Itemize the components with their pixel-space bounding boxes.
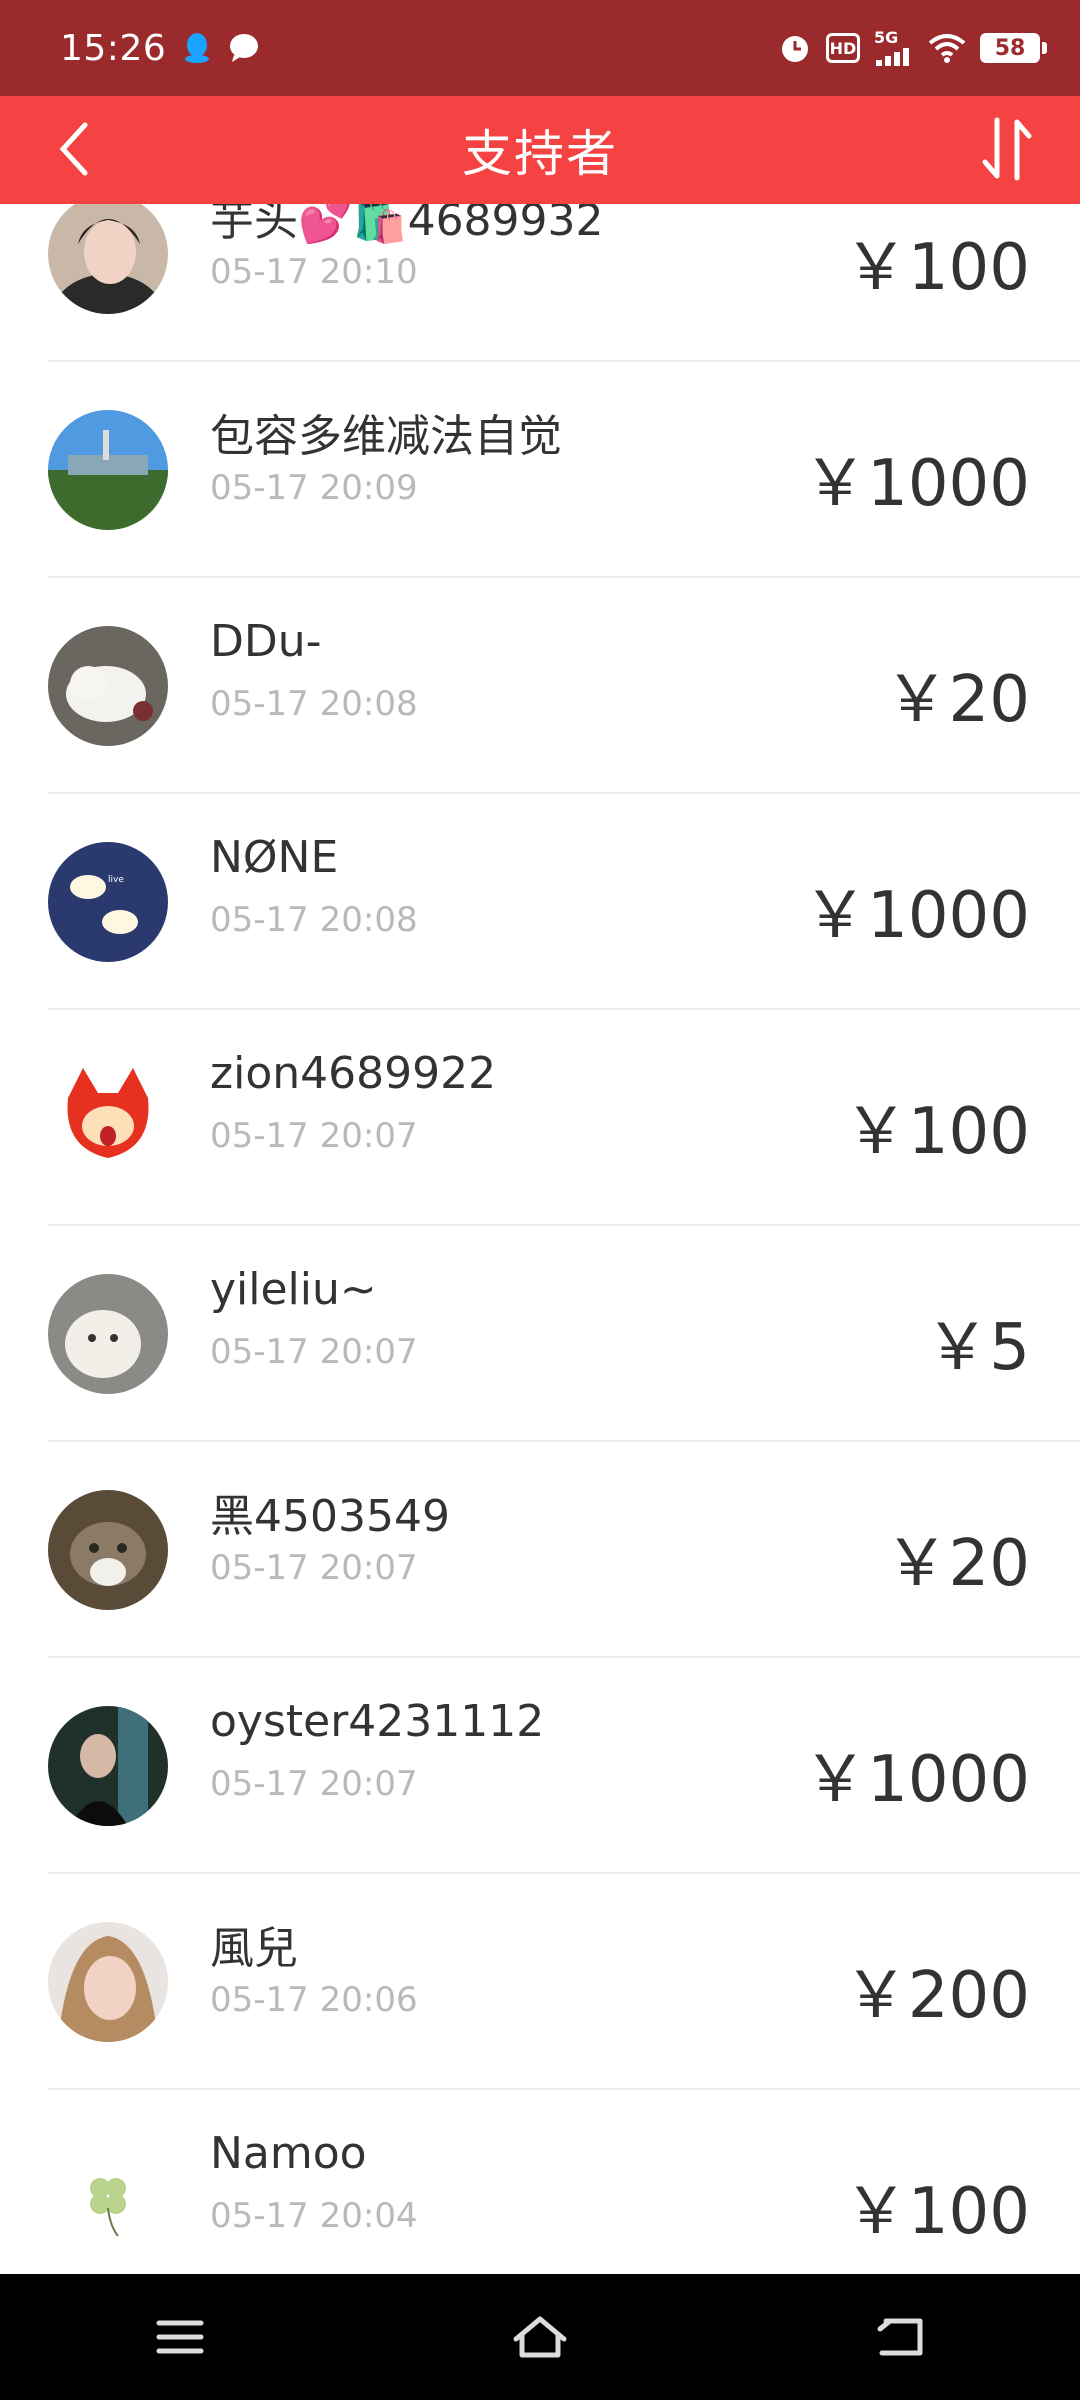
- support-amount: ￥20: [884, 663, 1030, 737]
- support-amount: ￥1000: [803, 879, 1030, 953]
- back-nav-button[interactable]: [840, 2287, 960, 2387]
- support-amount: ￥100: [843, 1095, 1030, 1169]
- navy-doves-avatar-image: live: [48, 842, 168, 962]
- support-time: 05-17 20:06: [210, 1980, 418, 2020]
- supporter-row-1[interactable]: 芋头💕🛍️4689932 05-17 20:10 ￥100: [0, 204, 1080, 362]
- support-time: 05-17 20:07: [210, 1116, 418, 1156]
- app-header: 支持者: [0, 96, 1080, 204]
- white-kitten-avatar-image: [48, 1274, 168, 1394]
- cellular-signal-icon: 5G: [874, 30, 914, 66]
- portrait-dark-avatar-image: [48, 1706, 168, 1826]
- support-time: 05-17 20:07: [210, 1764, 418, 1804]
- support-amount: ￥5: [925, 1311, 1030, 1385]
- clover-avatar-image: [48, 2138, 168, 2258]
- sort-button[interactable]: [972, 114, 1042, 184]
- wifi-icon: [928, 33, 966, 63]
- battery-indicator: 58: [980, 33, 1047, 63]
- supporter-name: Namoo: [210, 2128, 367, 2179]
- support-time: 05-17 20:04: [210, 2196, 418, 2236]
- sort-icon: [982, 117, 1032, 181]
- support-time: 05-17 20:10: [210, 252, 418, 292]
- menu-icon: [156, 2320, 204, 2354]
- avatar[interactable]: [48, 1274, 168, 1394]
- avatar[interactable]: [48, 1490, 168, 1610]
- status-bar: 15:26 HD 5G 58: [0, 0, 1080, 96]
- avatar[interactable]: [48, 1922, 168, 2042]
- home-icon: [513, 2316, 567, 2358]
- support-time: 05-17 20:09: [210, 468, 418, 508]
- supporter-name: DDu-: [210, 616, 322, 667]
- support-amount: ￥1000: [803, 447, 1030, 521]
- avatar[interactable]: [48, 204, 168, 314]
- avatar[interactable]: [48, 1706, 168, 1826]
- supporter-name: NØNE: [210, 832, 339, 883]
- supporter-row-7[interactable]: 黑4503549 05-17 20:07 ￥20: [0, 1442, 1080, 1658]
- avatar[interactable]: [48, 626, 168, 746]
- status-right: HD 5G 58: [778, 30, 1047, 66]
- status-time: 15:26: [60, 27, 167, 69]
- back-button[interactable]: [38, 114, 108, 184]
- avatar[interactable]: [48, 410, 168, 530]
- network-type-label: 5G: [874, 28, 899, 47]
- white-cat-avatar-image: [48, 626, 168, 746]
- system-nav-bar: [0, 2274, 1080, 2400]
- alarm-icon: [778, 31, 812, 65]
- portrait-woman-2-avatar-image: [48, 1922, 168, 2042]
- qq-notification-icon: [184, 32, 210, 64]
- supporter-row-6[interactable]: yileliu~ 05-17 20:07 ￥5: [0, 1226, 1080, 1442]
- support-time: 05-17 20:07: [210, 1332, 418, 1372]
- supporter-list[interactable]: 芋头💕🛍️4689932 05-17 20:10 ￥100 包容多维减法自觉 0…: [0, 204, 1080, 2274]
- avatar[interactable]: [48, 1058, 168, 1178]
- support-amount: ￥1000: [803, 1743, 1030, 1817]
- page-title: 支持者: [462, 125, 618, 183]
- tabby-cat-avatar-image: [48, 1490, 168, 1610]
- portrait-woman-avatar-image: [48, 204, 168, 314]
- supporter-name: oyster4231112: [210, 1696, 545, 1747]
- menu-button[interactable]: [120, 2287, 240, 2387]
- status-left: 15:26: [60, 28, 260, 69]
- home-button[interactable]: [480, 2287, 600, 2387]
- supporter-row-9[interactable]: 風兒 05-17 20:06 ￥200: [0, 1874, 1080, 2090]
- support-amount: ￥20: [884, 1527, 1030, 1601]
- support-time: 05-17 20:08: [210, 684, 418, 724]
- chevron-left-icon: [59, 122, 88, 176]
- supporter-row-10[interactable]: Namoo 05-17 20:04 ￥100: [0, 2090, 1080, 2274]
- avatar[interactable]: [48, 2138, 168, 2258]
- supporter-name: 黑4503549: [210, 1491, 450, 1542]
- supporter-name: 包容多维减法自觉: [210, 411, 562, 462]
- support-amount: ￥200: [843, 1959, 1030, 2033]
- supporter-list-inner: 芋头💕🛍️4689932 05-17 20:10 ￥100 包容多维减法自觉 0…: [0, 204, 1080, 2274]
- supporter-name: zion4689922: [210, 1048, 497, 1099]
- back-arrow-icon: [877, 2318, 923, 2356]
- support-time: 05-17 20:08: [210, 900, 418, 940]
- supporter-row-4[interactable]: live NØNE 05-17 20:08 ￥1000: [0, 794, 1080, 1010]
- supporter-name: 芋头💕🛍️4689932: [210, 204, 604, 246]
- message-icon: [228, 33, 260, 63]
- supporter-name: yileliu~: [210, 1264, 377, 1315]
- landscape-sky-avatar-image: [48, 410, 168, 530]
- supporter-row-8[interactable]: oyster4231112 05-17 20:07 ￥1000: [0, 1658, 1080, 1874]
- supporter-row-3[interactable]: DDu- 05-17 20:08 ￥20: [0, 578, 1080, 794]
- support-amount: ￥100: [843, 2175, 1030, 2249]
- supporter-name: 風兒: [210, 1923, 298, 1974]
- red-fox-cartoon-avatar-image: [48, 1058, 168, 1178]
- hd-badge: HD: [826, 33, 860, 63]
- svg-text:live: live: [108, 875, 124, 885]
- support-amount: ￥100: [843, 231, 1030, 305]
- supporter-row-5[interactable]: zion4689922 05-17 20:07 ￥100: [0, 1010, 1080, 1226]
- supporter-row-2[interactable]: 包容多维减法自觉 05-17 20:09 ￥1000: [0, 362, 1080, 578]
- support-time: 05-17 20:07: [210, 1548, 418, 1588]
- avatar[interactable]: live: [48, 842, 168, 962]
